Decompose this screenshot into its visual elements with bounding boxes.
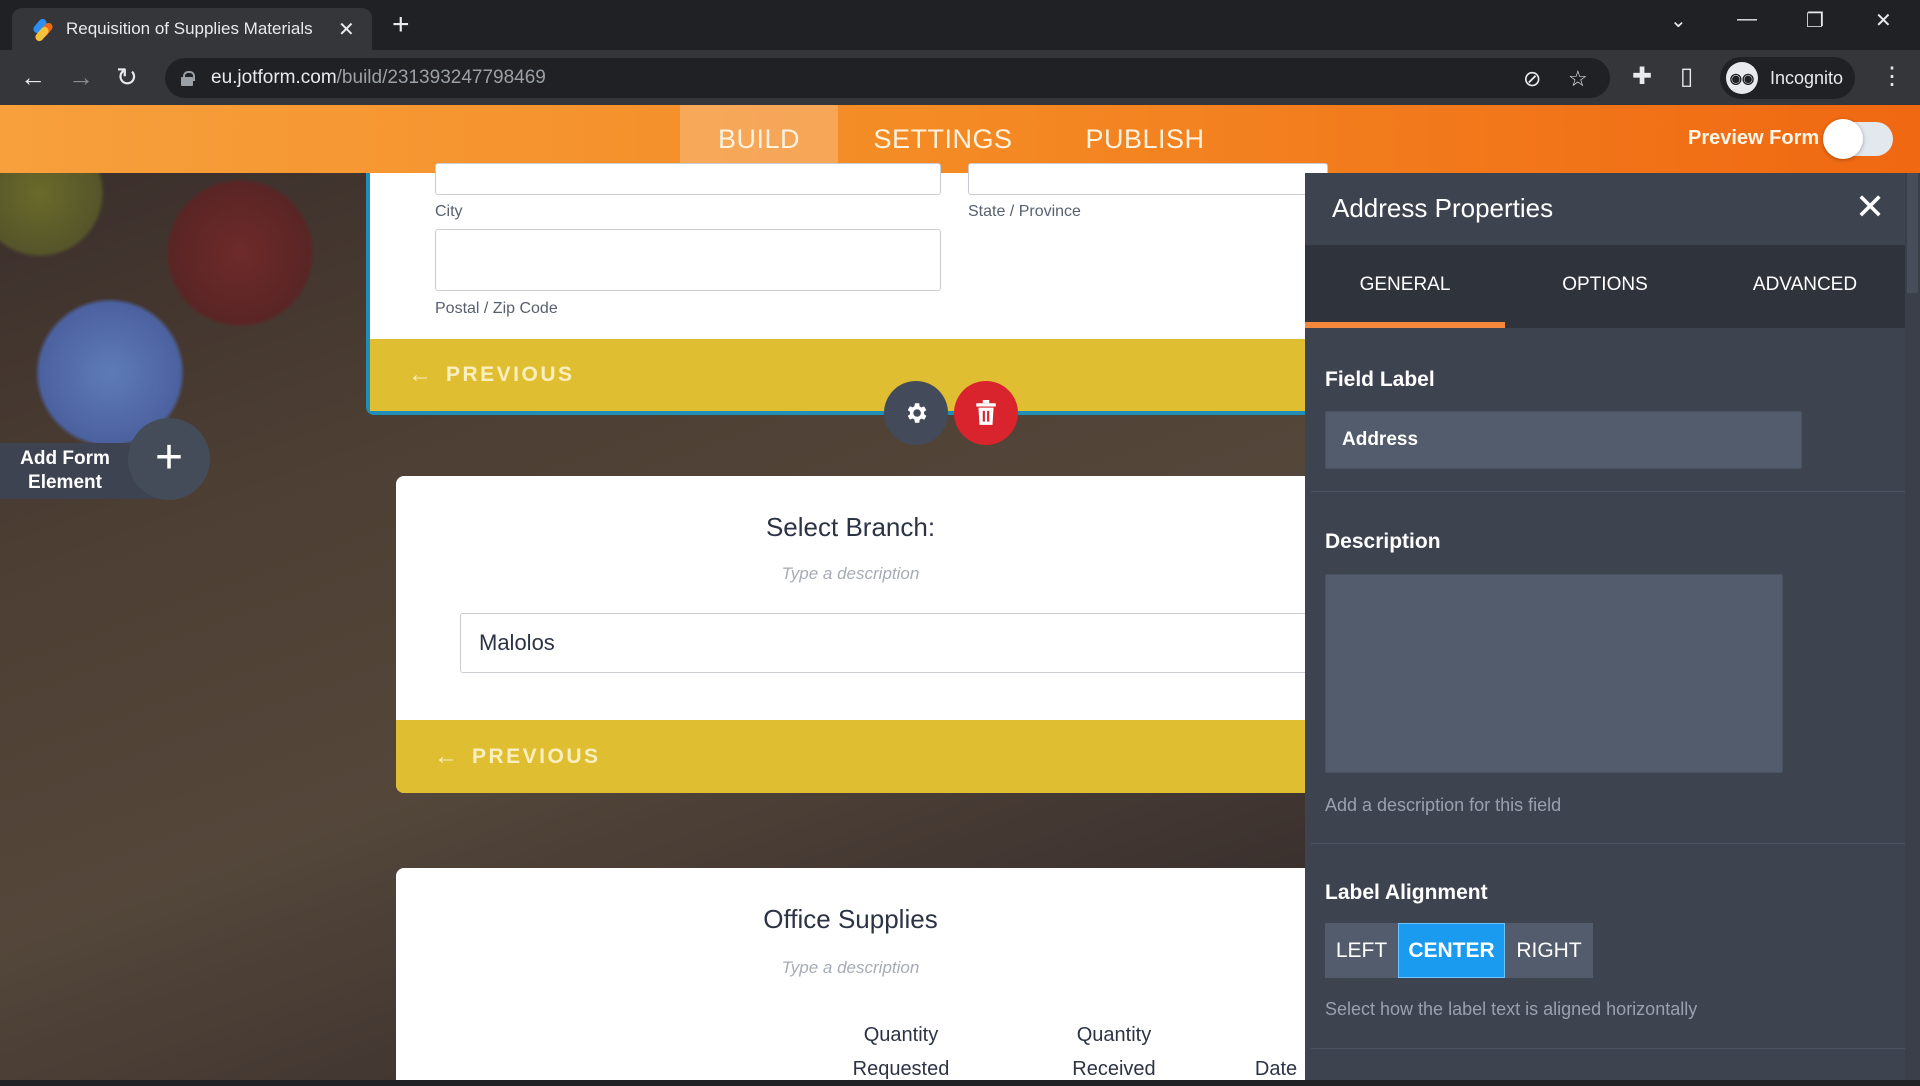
select-branch-title: Select Branch: [765, 512, 936, 542]
jotform-favicon-icon [31, 17, 55, 43]
panel-scrollbar[interactable] [1905, 173, 1920, 1080]
tab-title: Requisition of Supplies Materials [66, 19, 313, 38]
extensions-puzzle-icon[interactable]: ✚ [1632, 62, 1652, 91]
tab-close-icon[interactable]: ✕ [338, 17, 355, 42]
previous-button[interactable]: PREVIOUS [446, 363, 575, 387]
field-label-input[interactable]: Address [1325, 411, 1802, 469]
field-label-heading: Field Label [1325, 368, 1435, 391]
scrollbar-thumb[interactable] [1907, 173, 1918, 293]
properties-panel-header: Address Properties ✕ [1305, 173, 1905, 245]
properties-panel: Address Properties ✕ GENERAL OPTIONS ADV… [1305, 173, 1920, 1080]
new-tab-icon[interactable]: + [392, 10, 410, 40]
field-settings-button[interactable] [884, 381, 948, 445]
browser-menu-icon[interactable]: ⋮ [1880, 62, 1904, 91]
tab-options[interactable]: OPTIONS [1505, 245, 1705, 325]
label-alignment-hint: Select how the label text is aligned hor… [1325, 999, 1698, 1019]
address-bar[interactable]: eu.jotform.com /build/231393247798469 ⊘ … [165, 58, 1610, 98]
branch-dropdown[interactable]: Malolos [460, 613, 1305, 673]
toggle-knob [1823, 119, 1863, 159]
minimize-icon[interactable]: — [1737, 8, 1757, 31]
incognito-label: Incognito [1770, 67, 1844, 88]
postal-code-input[interactable] [435, 229, 941, 291]
office-supplies-card[interactable]: Office Supplies Type a description Quant… [396, 868, 1305, 1080]
previous-bar: ← PREVIOUS [370, 339, 1305, 411]
section-divider [1311, 491, 1905, 492]
bookmark-star-icon[interactable]: ☆ [1568, 66, 1588, 92]
align-center-button[interactable]: CENTER [1398, 923, 1505, 978]
section-divider [1311, 1048, 1905, 1049]
browser-toolbar: ← → ↻ eu.jotform.com /build/231393247798… [0, 50, 1920, 105]
previous-button[interactable]: PREVIOUS [472, 745, 601, 769]
tab-search-icon[interactable]: ⌄ [1670, 8, 1687, 33]
back-icon[interactable]: ← [20, 62, 46, 92]
column-header-quantity-requested: Quantity Requested [852, 1024, 950, 1080]
reload-icon[interactable]: ↻ [116, 62, 138, 92]
browser-tab[interactable]: Requisition of Supplies Materials ✕ [12, 8, 372, 50]
properties-panel-title: Address Properties [1332, 193, 1554, 223]
previous-arrow-icon: ← [434, 742, 458, 770]
postal-code-label: Postal / Zip Code [435, 300, 558, 317]
incognito-profile-button[interactable]: ◉◉ Incognito [1720, 57, 1855, 99]
align-right-button[interactable]: RIGHT [1505, 923, 1593, 978]
field-delete-button[interactable] [954, 381, 1018, 445]
state-input[interactable] [968, 163, 1328, 195]
trash-icon [976, 400, 996, 425]
state-label: State / Province [968, 203, 1081, 220]
office-supplies-description[interactable]: Type a description [396, 958, 1305, 978]
forward-icon[interactable]: → [68, 62, 94, 92]
restore-icon[interactable]: ❐ [1806, 8, 1824, 33]
column-header-quantity-received: Quantity Received [1072, 1024, 1156, 1080]
active-tab-indicator [1305, 322, 1505, 328]
column-header-date: Date [1254, 1058, 1298, 1080]
select-branch-description[interactable]: Type a description [396, 564, 1305, 584]
description-heading: Description [1325, 530, 1441, 553]
previous-bar: ← PREVIOUS [396, 720, 1305, 793]
eye-off-icon[interactable]: ⊘ [1523, 66, 1541, 92]
description-textarea[interactable] [1325, 574, 1783, 773]
align-left-button[interactable]: LEFT [1325, 923, 1398, 978]
window-close-icon[interactable]: ✕ [1875, 8, 1892, 33]
label-alignment-heading: Label Alignment [1325, 881, 1488, 904]
preview-form-toggle[interactable] [1823, 119, 1893, 159]
properties-tabs: GENERAL OPTIONS ADVANCED [1305, 245, 1905, 328]
add-element-plus-icon[interactable]: + [128, 418, 210, 500]
preview-form-label: Preview Form [1688, 127, 1820, 149]
select-branch-card[interactable]: Select Branch: Type a description Malolo… [396, 476, 1305, 793]
close-panel-icon[interactable]: ✕ [1855, 189, 1885, 225]
side-panel-icon[interactable]: ▯ [1680, 62, 1693, 91]
city-label: City [435, 203, 463, 220]
browser-tab-strip: Requisition of Supplies Materials ✕ + ⌄ … [0, 0, 1920, 50]
tab-advanced[interactable]: ADVANCED [1705, 245, 1905, 325]
previous-arrow-icon: ← [408, 361, 432, 388]
url-path: /build/231393247798469 [336, 67, 546, 88]
lock-icon [181, 71, 195, 86]
section-divider [1311, 843, 1905, 844]
city-input[interactable] [435, 163, 941, 195]
office-supplies-title: Office Supplies [763, 904, 938, 934]
tab-general[interactable]: GENERAL [1305, 245, 1505, 325]
gear-icon [907, 403, 927, 423]
address-field-card[interactable]: City State / Province Postal / Zip Code … [366, 163, 1328, 415]
incognito-icon: ◉◉ [1726, 62, 1758, 94]
label-alignment-segmented-control: LEFT CENTER RIGHT [1325, 923, 1593, 978]
description-hint: Add a description for this field [1325, 795, 1562, 815]
url-host: eu.jotform.com [211, 67, 337, 88]
builder-header: BUILD SETTINGS PUBLISH Preview Form [0, 105, 1920, 173]
